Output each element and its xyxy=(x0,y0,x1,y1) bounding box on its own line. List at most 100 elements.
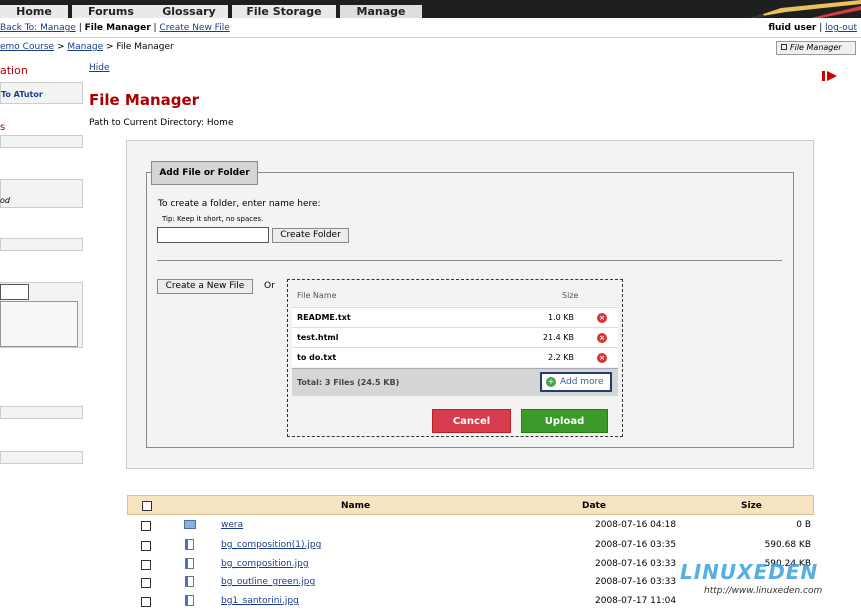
hide-menu-link[interactable]: Hide xyxy=(89,63,110,73)
file-link[interactable]: bg1_santorini.jpg xyxy=(221,592,299,611)
remove-file-icon[interactable]: × xyxy=(597,333,607,343)
folder-name-label: To create a folder, enter name here: xyxy=(158,199,321,209)
file-manager-popup-button[interactable]: File Manager xyxy=(776,41,856,55)
col-size: Size xyxy=(562,291,579,300)
play-icon[interactable] xyxy=(822,70,838,82)
table-row: bg_composition(1).jpg 2008-07-16 03:35 5… xyxy=(127,536,814,555)
back-to-manage-link[interactable]: Back To: Manage xyxy=(0,23,76,33)
file-size: 0 B xyxy=(796,520,811,530)
tab-home[interactable]: Home xyxy=(0,5,68,18)
image-file-icon xyxy=(185,576,194,587)
file-date: 2008-07-17 11:04 xyxy=(595,596,677,606)
col-size: Size xyxy=(741,501,762,511)
image-file-icon xyxy=(185,595,194,606)
upload-file-row: to do.txt 2.2 KB × xyxy=(292,347,618,367)
sidebar-box xyxy=(0,135,83,148)
breadcrumb: emo Course > Manage > File Manager xyxy=(0,42,174,52)
sidebar-input[interactable] xyxy=(0,284,29,300)
cancel-button[interactable]: Cancel xyxy=(432,409,511,433)
select-all-checkbox[interactable] xyxy=(142,501,152,511)
remove-file-icon[interactable]: × xyxy=(597,313,607,323)
upload-file-size: 1.0 KB xyxy=(548,313,574,322)
table-row: wera 2008-07-16 04:18 0 B xyxy=(127,516,814,535)
sub-nav: Back To: Manage | File Manager | Create … xyxy=(0,18,861,38)
row-checkbox[interactable] xyxy=(141,578,151,588)
watermark-logo: LINUXEDEN xyxy=(680,560,819,584)
plus-icon: + xyxy=(546,377,556,387)
upload-button[interactable]: Upload xyxy=(521,409,608,433)
or-label: Or xyxy=(264,281,275,291)
upload-file-name: to do.txt xyxy=(297,353,337,362)
page-title: File Manager xyxy=(89,91,200,109)
file-date: 2008-07-16 03:33 xyxy=(595,559,677,569)
file-manager-button-label: File Manager xyxy=(790,43,842,52)
breadcrumb-course[interactable]: emo Course xyxy=(0,42,54,52)
folder-name-input[interactable] xyxy=(157,227,269,243)
tab-home-label: Home xyxy=(16,5,52,18)
col-name: Name xyxy=(341,501,371,511)
tab-manage[interactable]: Manage xyxy=(340,5,422,18)
sidebar-return-label: To ATutor xyxy=(1,90,43,99)
image-file-icon xyxy=(185,558,194,569)
create-new-file-button[interactable]: Create a New File xyxy=(157,279,253,294)
sidebar-box xyxy=(0,179,83,208)
upload-file-name: test.html xyxy=(297,333,339,342)
tab-file-storage[interactable]: File Storage xyxy=(232,5,336,18)
file-date: 2008-07-16 03:35 xyxy=(595,540,677,550)
file-table-header: Name Date Size xyxy=(127,495,814,515)
upload-file-size: 21.4 KB xyxy=(542,333,574,342)
separator: | xyxy=(75,23,85,33)
tab-forums-label: Forums xyxy=(88,5,134,18)
divider xyxy=(157,260,782,261)
tab-glossary-label: Glossary xyxy=(162,5,216,18)
pencil-logo-icon xyxy=(751,0,861,18)
user-info: fluid user | log-out xyxy=(768,23,857,33)
breadcrumb-manage[interactable]: Manage xyxy=(67,42,103,52)
sidebar-red-mark: s xyxy=(0,122,6,133)
image-file-icon xyxy=(185,539,194,550)
current-page-label: File Manager xyxy=(84,23,151,33)
file-date: 2008-07-16 03:33 xyxy=(595,577,677,587)
row-checkbox[interactable] xyxy=(141,597,151,607)
upload-file-row: README.txt 1.0 KB × xyxy=(292,307,618,327)
breadcrumb-sep: > xyxy=(54,42,68,52)
sidebar-title: ation xyxy=(0,64,28,77)
watermark-url: http://www.linuxeden.com xyxy=(704,586,823,596)
create-folder-button[interactable]: Create Folder xyxy=(272,228,349,243)
col-date: Date xyxy=(582,501,606,511)
sidebar-textarea[interactable] xyxy=(0,301,78,347)
file-size: 590.68 KB xyxy=(764,540,811,550)
linuxeden-watermark: LINUXEDEN http://www.linuxeden.com xyxy=(680,560,860,610)
upload-file-row: test.html 21.4 KB × xyxy=(292,327,618,347)
sidebar-return-link[interactable]: To ATutor xyxy=(0,82,83,104)
create-new-file-link[interactable]: Create New File xyxy=(159,23,229,33)
tab-forums[interactable]: Forums xyxy=(72,5,150,18)
col-file-name: File Name xyxy=(297,291,337,300)
folder-icon xyxy=(184,520,196,529)
remove-file-icon[interactable]: × xyxy=(597,353,607,363)
sidebar-italic: od xyxy=(0,196,10,205)
upload-file-name: README.txt xyxy=(297,313,351,322)
sidebar-box xyxy=(0,238,83,251)
file-link[interactable]: bg_composition.jpg xyxy=(221,555,309,574)
file-link[interactable]: bg_outline_green.jpg xyxy=(221,573,315,592)
current-directory: Path to Current Directory: Home xyxy=(89,118,234,128)
file-link[interactable]: bg_composition(1).jpg xyxy=(221,536,321,555)
add-more-button[interactable]: + Add more xyxy=(540,372,612,392)
row-checkbox[interactable] xyxy=(141,521,151,531)
logout-link[interactable]: log-out xyxy=(825,23,857,33)
sidebar-box xyxy=(0,406,83,419)
row-checkbox[interactable] xyxy=(141,541,151,551)
breadcrumb-current: > File Manager xyxy=(103,42,174,52)
file-date: 2008-07-16 04:18 xyxy=(595,520,677,530)
add-more-label: Add more xyxy=(560,377,604,387)
upload-file-size: 2.2 KB xyxy=(548,353,574,362)
file-link[interactable]: wera xyxy=(221,516,243,535)
folder-tip: Tip: Keep it short, no spaces. xyxy=(162,215,264,223)
tab-manage-label: Manage xyxy=(356,5,406,18)
sidebar-box xyxy=(0,451,83,464)
row-checkbox[interactable] xyxy=(141,560,151,570)
tab-glossary[interactable]: Glossary xyxy=(150,5,228,18)
uploader-header: File Name Size xyxy=(292,285,618,307)
file-manager-icon xyxy=(781,44,787,50)
